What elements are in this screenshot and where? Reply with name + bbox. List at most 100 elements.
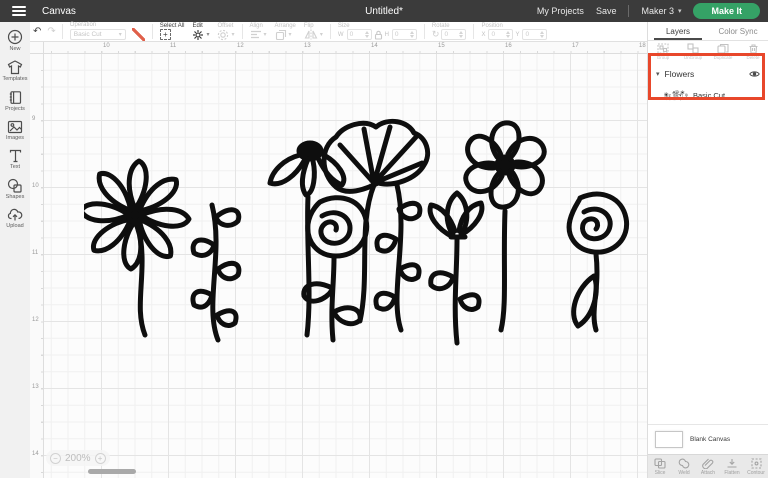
group-button[interactable]: Group [648,43,678,60]
delete-button[interactable]: Delete [738,43,768,60]
undo-icon[interactable]: ↶ [30,27,44,37]
slice-button[interactable]: Slice [648,458,672,476]
save-link[interactable]: Save [596,6,617,16]
layer-actions-bar: Slice Weld Attach Flatten Contour [648,454,768,478]
sidebar-item-new[interactable]: New [7,29,23,52]
ruler-top-label: 11 [170,43,176,49]
duplicate-label: Duplicate [714,55,733,60]
sidebar-item-projects[interactable]: Projects [5,90,25,112]
operation-value: Basic Cut [74,31,102,38]
sidebar-item-text[interactable]: Text [8,149,23,170]
y-value: 0 [525,31,529,38]
ungroup-button[interactable]: UnGroup [678,43,708,60]
sidebar-item-templates[interactable]: Templates [2,60,27,82]
sidebar-item-label: Projects [5,106,25,112]
design-sidebar: New Templates Projects Images Text Shape… [0,22,30,478]
ruler-left-label: 9 [32,116,35,122]
my-projects-link[interactable]: My Projects [537,6,584,16]
layer-group-flowers[interactable]: ▾ Flowers [648,65,768,83]
sidebar-item-upload[interactable]: Upload [6,208,23,229]
toolbar-divider [330,24,331,39]
linetype-color-swatch[interactable] [132,28,145,41]
duplicate-icon [717,43,729,54]
visibility-eye-icon[interactable] [749,70,760,78]
offset-button[interactable]: ▾ [217,29,234,41]
rotate-input[interactable]: 0 [441,29,466,40]
blank-canvas-swatch[interactable] [655,431,683,448]
ruler-top-label: 12 [237,43,244,49]
ruler-top-label: 16 [505,43,512,49]
redo-icon[interactable]: ↷ [44,27,58,37]
arrange-group: Arrange ▾ [275,23,296,41]
machine-selector[interactable]: Maker 3 ▾ [641,6,681,16]
toolbar-divider [424,24,425,39]
position-group: Position X 0 Y 0 [481,23,547,40]
chevron-down-icon: ▾ [206,31,209,38]
sidebar-item-shapes[interactable]: Shapes [6,178,25,200]
operation-group: Operation Basic Cut ▾ [70,22,145,41]
tab-color-sync[interactable]: Color Sync [708,22,768,40]
design-canvas[interactable]: − 200% + [44,54,647,478]
chevron-down-icon: ▾ [656,70,660,78]
sidebar-item-label: Text [10,164,20,170]
edit-toolbar: ↶ ↷ Operation Basic Cut ▾ Select All + E… [30,22,647,42]
blank-canvas-row: Blank Canvas [648,424,768,454]
sidebar-item-label: Upload [6,223,23,229]
rotate-stepper[interactable] [459,31,463,38]
height-stepper[interactable] [410,31,414,38]
y-stepper[interactable] [540,31,544,38]
sidebar-item-label: Shapes [6,194,25,200]
attach-label: Attach [701,470,715,476]
layer-tools: Group UnGroup Duplicate Delete [648,41,768,61]
tab-layers[interactable]: Layers [648,22,708,40]
zoom-in-icon[interactable]: + [95,453,106,464]
chevron-down-icon: ▾ [119,31,122,38]
weld-button[interactable]: Weld [672,458,696,476]
select-all-icon[interactable]: + [160,29,171,40]
group-label: Group [657,55,670,60]
contour-button[interactable]: Contour [744,458,768,476]
align-button[interactable]: ▾ [250,29,267,40]
projects-icon [8,90,23,105]
horizontal-scrollbar-thumb[interactable] [88,469,136,474]
y-label: Y [515,32,519,38]
edit-menu-button[interactable]: ▾ [192,29,209,41]
machine-name: Maker 3 [641,6,674,16]
ruler-left-label: 12 [32,317,39,323]
sidebar-item-label: Templates [2,76,27,82]
size-group: Size W 0 H 0 [338,23,417,40]
duplicate-button[interactable]: Duplicate [708,43,738,60]
slice-icon [654,458,666,469]
x-label: X [481,32,485,38]
layer-item-basic-cut[interactable]: Basic Cut [648,86,768,104]
width-value: 0 [350,31,354,38]
attach-button[interactable]: Attach [696,458,720,476]
sidebar-item-images[interactable]: Images [6,120,24,141]
width-input[interactable]: 0 [347,29,372,40]
make-it-button[interactable]: Make It [693,3,760,19]
ruler-left-label: 13 [32,384,39,390]
zoom-out-icon[interactable]: − [50,453,61,464]
arrange-button[interactable]: ▾ [275,29,292,41]
zoom-control: − 200% + [46,450,110,466]
flatten-button[interactable]: Flatten [720,458,744,476]
flip-group: Flip ▾ [304,23,323,40]
operation-select[interactable]: Basic Cut ▾ [70,29,126,40]
flip-button[interactable]: ▾ [304,29,323,40]
ruler-top-label: 10 [103,43,110,49]
upload-icon [7,208,23,222]
width-stepper[interactable] [365,31,369,38]
flowers-artwork[interactable] [84,118,632,350]
zoom-level: 200% [65,453,91,464]
x-stepper[interactable] [506,31,510,38]
toolbar-divider [62,24,63,39]
height-label: H [385,32,389,38]
height-input[interactable]: 0 [392,29,417,40]
lock-icon[interactable] [374,30,383,40]
attach-icon [702,458,714,469]
x-input[interactable]: 0 [488,29,513,40]
app-header: Canvas Untitled* My Projects Save Maker … [0,0,768,22]
hamburger-menu-icon[interactable] [12,6,26,16]
ruler-left-label: 11 [32,250,38,256]
y-input[interactable]: 0 [522,29,547,40]
